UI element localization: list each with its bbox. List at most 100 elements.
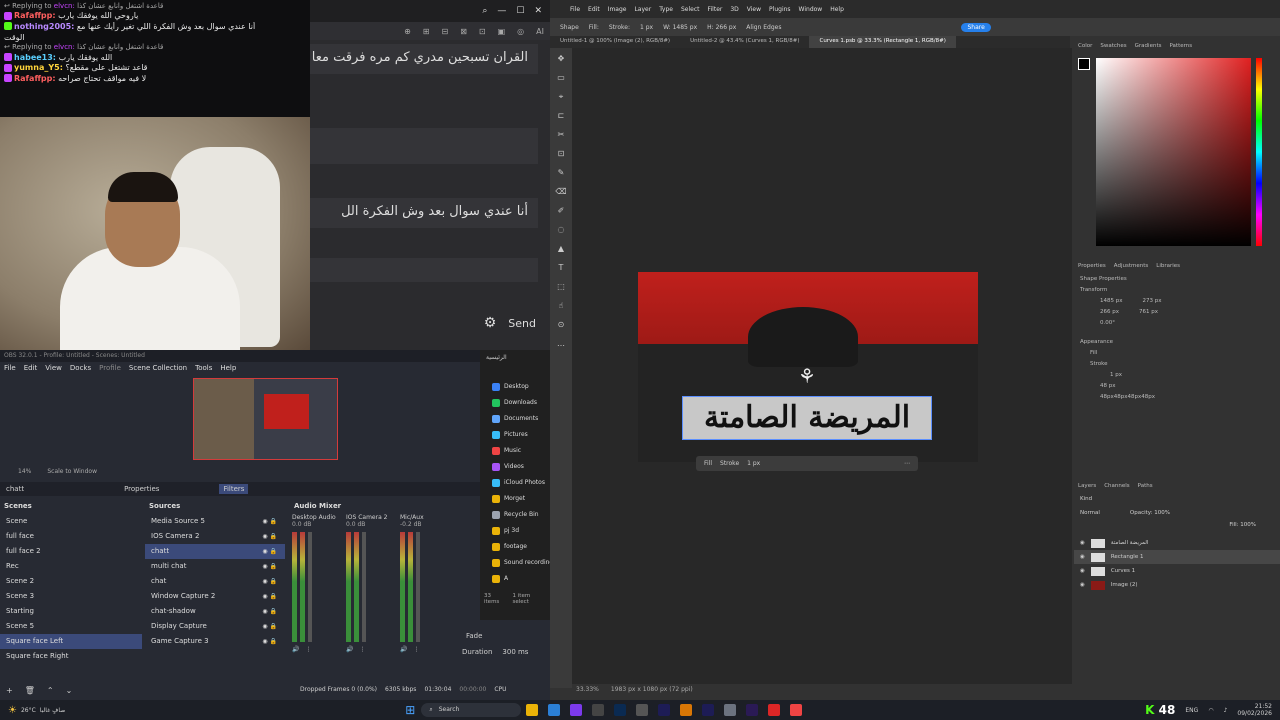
menu-profile[interactable]: Profile [99,364,121,376]
ctx-more-icon[interactable]: ⋯ [904,460,918,467]
scene-item[interactable]: full face [0,529,142,544]
blend-mode[interactable]: Normal [1080,510,1100,516]
ps-menu-item[interactable]: Edit [588,6,600,13]
menu-tools[interactable]: Tools [195,364,212,376]
clock[interactable]: 21:52 09/02/2026 [1237,703,1272,717]
tool-icon[interactable]: ⊙ [554,320,568,333]
option-width[interactable]: W: 1485 px [663,24,697,31]
eye-icon[interactable]: ◉ 🔒 [262,589,277,604]
scene-item[interactable]: full face 2 [0,544,142,559]
fader-knob[interactable] [362,532,366,642]
tool-icon[interactable]: ⬚ [554,282,568,295]
search-box[interactable]: ⌕ Search [421,703,522,717]
minimize-icon[interactable]: — [497,6,506,16]
down-icon[interactable]: ⌄ [66,686,73,695]
eye-icon[interactable]: ◉ 🔒 [262,604,277,619]
layer-row[interactable]: ◉ Rectangle 1 [1074,550,1280,564]
option-fill[interactable]: Fill: [589,24,599,31]
up-icon[interactable]: ⌃ [47,686,54,695]
doc-tab-active[interactable]: Curves 1.psb @ 33.3% (Rectangle 1, RGB/8… [809,36,956,48]
ps-menu-item[interactable]: Help [830,6,844,13]
tool-icon[interactable]: ✥ [554,54,568,67]
tool-icon[interactable]: ▭ [554,73,568,86]
artwork[interactable]: ⚘ المريضة الصامتة [638,272,978,462]
doc-tab[interactable]: Untitled-1 @ 100% (Image (2), RGB/8#) [550,36,680,48]
eye-icon[interactable]: ◉ 🔒 [262,574,277,589]
app-icon[interactable] [636,704,649,716]
ps-menu-item[interactable]: Filter [708,6,723,13]
eye-icon[interactable]: ◉ [1080,554,1085,560]
tool-icon[interactable]: ⌫ [554,187,568,200]
windows-icon[interactable]: ⊞ [405,703,415,717]
tool-icon[interactable]: ▣ [498,27,506,36]
tab-properties[interactable]: Properties [1078,263,1106,269]
ps-menu-item[interactable]: Type [659,6,673,13]
eye-icon[interactable]: ◉ [1080,568,1085,574]
tab-layers[interactable]: Layers [1078,483,1096,489]
option-height[interactable]: H: 266 px [707,24,736,31]
ctx-fill[interactable]: Fill [704,460,712,467]
source-item[interactable]: multi chat ◉ 🔒 [145,559,285,574]
chrome-icon[interactable] [790,704,803,716]
explorer-item[interactable]: Downloads [480,395,550,411]
tool-icon[interactable]: ▲ [554,244,568,257]
eye-icon[interactable]: ◉ [1080,582,1085,588]
gear-icon[interactable]: ⚙ [484,315,497,331]
tool-icon[interactable]: ✂ [554,130,568,143]
height-field[interactable]: 266 px [1100,309,1119,320]
ps-menu-item[interactable]: Layer [634,6,651,13]
explorer-item[interactable]: iCloud Photos [480,475,550,491]
tab-swatches[interactable]: Swatches [1100,43,1126,49]
source-item[interactable]: chat-shadow ◉ 🔒 [145,604,285,619]
explorer-item[interactable]: A [480,571,550,587]
explorer-item[interactable]: pj 3d [480,523,550,539]
ps-menu-item[interactable]: View [747,6,761,13]
corner-radius-all[interactable]: 48px48px48px48px [1080,394,1270,405]
volume-icon[interactable]: ♪ [1224,707,1228,714]
menu-help[interactable]: Help [220,364,236,376]
explorer-item[interactable]: Desktop [480,379,550,395]
explorer-item[interactable]: Videos [480,459,550,475]
width-field[interactable]: 1485 px [1100,298,1123,309]
explorer-item[interactable]: Pictures [480,427,550,443]
fill-label[interactable]: Fill [1080,350,1270,361]
tool-icon[interactable]: ☝ [554,301,568,314]
tool-icon[interactable]: ◌ [554,225,568,238]
source-item[interactable]: Game Capture 3 ◉ 🔒 [145,634,285,649]
gear-icon[interactable]: ⋮ [413,646,419,653]
properties-button[interactable]: Properties [124,485,159,493]
option-stroke[interactable]: Stroke: [609,24,630,31]
explorer-item[interactable]: Music [480,443,550,459]
weather-widget[interactable]: ☀ 26°C صافٍ غالبا [0,705,65,716]
foreground-swatch[interactable] [1078,58,1090,70]
source-item[interactable]: Window Capture 2 ◉ 🔒 [145,589,285,604]
layer-row[interactable]: ◉ Curves 1 [1074,564,1280,578]
option-shape[interactable]: Shape [560,24,579,31]
opacity-field[interactable]: Opacity: 100% [1130,510,1170,516]
tab-patterns[interactable]: Patterns [1169,43,1192,49]
eye-icon[interactable]: ◉ 🔒 [262,544,277,559]
filters-button[interactable]: Filters [219,484,249,494]
blender-icon[interactable] [680,704,693,716]
ps-menu-item[interactable]: Select [681,6,700,13]
language-indicator[interactable]: ENG [1185,707,1198,714]
scene-item[interactable]: Square face Right [0,649,142,664]
tool-icon[interactable]: ⊞ [423,27,430,36]
explorer-item[interactable]: Morget [480,491,550,507]
menu-scene-collection[interactable]: Scene Collection [129,364,187,376]
opera-icon[interactable] [768,704,781,716]
menu-edit[interactable]: Edit [24,364,38,376]
stroke-label[interactable]: Stroke [1080,361,1270,372]
scene-item[interactable]: Scene 5 [0,619,142,634]
tab-adjustments[interactable]: Adjustments [1114,263,1148,269]
tab-paths[interactable]: Paths [1138,483,1153,489]
explorer-item[interactable]: Documents [480,411,550,427]
ps-menu-item[interactable]: Plugins [769,6,791,13]
fader-knob[interactable] [416,532,420,642]
tool-icon[interactable]: ⊠ [460,27,467,36]
scene-item[interactable]: Rec [0,559,142,574]
layer-row[interactable]: ◉ المريضة الصامتة [1074,536,1280,550]
corner-radius-field[interactable]: 48 px [1080,383,1270,394]
tool-icon[interactable]: … [554,339,568,352]
tab-color[interactable]: Color [1078,43,1092,49]
